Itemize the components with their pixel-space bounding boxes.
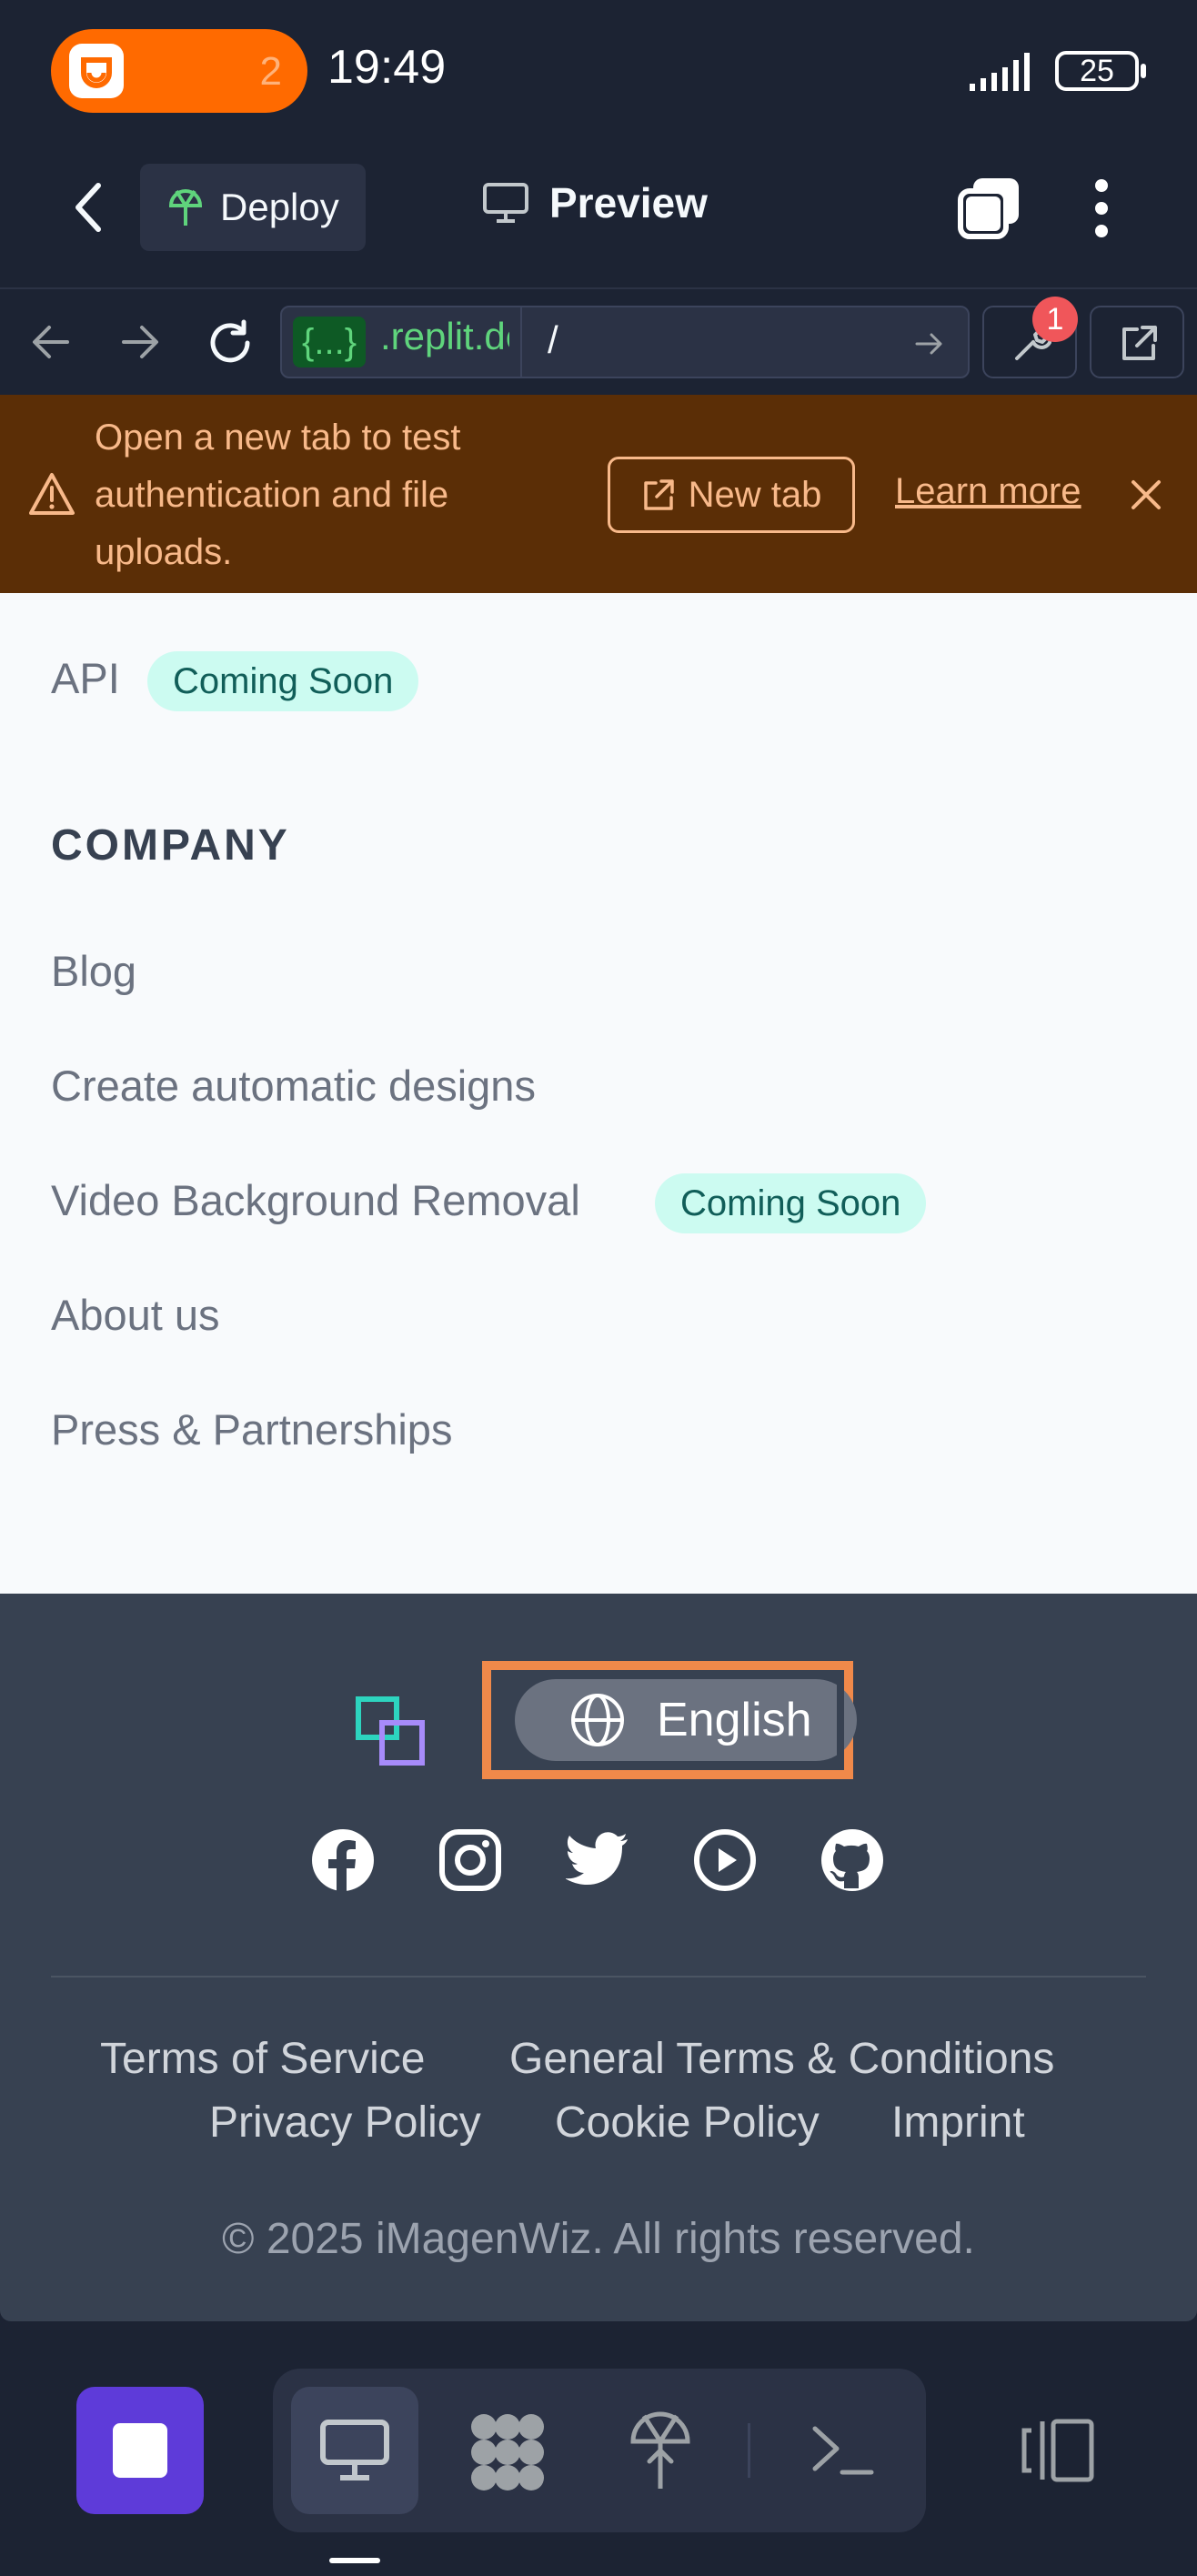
- new-tab-label: New tab: [688, 474, 822, 515]
- notification-badge: 1: [1032, 297, 1078, 342]
- footer-link-privacy[interactable]: Privacy Policy: [209, 2098, 481, 2148]
- deploy-icon: [168, 188, 203, 226]
- preview-tool-button[interactable]: [291, 2387, 418, 2514]
- split-view-icon[interactable]: [1019, 2418, 1095, 2483]
- stop-button[interactable]: [76, 2387, 204, 2514]
- footer-link-api[interactable]: API: [51, 653, 120, 703]
- url-path: /: [548, 318, 558, 361]
- nav-back-icon[interactable]: [31, 324, 71, 360]
- tabs-icon[interactable]: [957, 175, 1022, 240]
- company-link-about-us[interactable]: About us: [51, 1290, 220, 1340]
- warning-icon: [29, 473, 75, 515]
- agent-icon[interactable]: [466, 2412, 549, 2492]
- battery-tip: [1141, 64, 1146, 78]
- screen-recording-pill[interactable]: 2: [51, 29, 307, 113]
- back-chevron-icon[interactable]: [71, 180, 107, 235]
- deploy-button[interactable]: Deploy: [140, 164, 366, 251]
- company-link-press[interactable]: Press & Partnerships: [51, 1404, 452, 1454]
- language-label: English: [657, 1694, 812, 1746]
- signal-icon: [970, 53, 1030, 91]
- external-link-icon: [643, 479, 674, 510]
- footer-link-cookie[interactable]: Cookie Policy: [555, 2098, 820, 2148]
- url-input[interactable]: {...} .replit.de /: [280, 306, 970, 378]
- url-separator: [520, 307, 522, 377]
- close-banner-icon[interactable]: [1130, 478, 1162, 511]
- company-link-blog[interactable]: Blog: [51, 946, 136, 996]
- nav-forward-icon[interactable]: [120, 324, 160, 360]
- imagenwiz-logo[interactable]: [355, 1696, 428, 1768]
- go-arrow-icon[interactable]: [913, 327, 946, 360]
- coming-soon-badge: Coming Soon: [655, 1173, 927, 1233]
- open-external-button[interactable]: [1090, 306, 1184, 378]
- monitor-icon: [320, 2420, 389, 2480]
- github-icon[interactable]: [820, 1828, 884, 1892]
- footer-link-imprint[interactable]: Imprint: [891, 2098, 1025, 2148]
- twitter-icon[interactable]: [566, 1828, 629, 1892]
- preview-title: Preview: [482, 178, 708, 227]
- stop-icon: [113, 2423, 167, 2478]
- language-selector[interactable]: English: [515, 1679, 857, 1761]
- facebook-icon[interactable]: [311, 1828, 375, 1892]
- coming-soon-badge: Coming Soon: [147, 651, 419, 711]
- banner-message: Open a new tab to test authentication an…: [95, 418, 461, 572]
- preview-title-text: Preview: [549, 179, 708, 226]
- reload-icon[interactable]: [206, 318, 255, 367]
- new-tab-button[interactable]: New tab: [608, 457, 855, 533]
- more-menu-icon[interactable]: [1090, 176, 1113, 240]
- deployments-icon[interactable]: [628, 2410, 693, 2492]
- tool-divider: [748, 2423, 750, 2478]
- footer-link-general-terms[interactable]: General Terms & Conditions: [509, 2034, 1054, 2084]
- youtube-play-icon[interactable]: [693, 1828, 757, 1892]
- url-host: .replit.de: [380, 315, 509, 357]
- shell-icon[interactable]: [810, 2423, 875, 2478]
- status-time: 19:49: [327, 41, 447, 94]
- monitor-icon: [483, 183, 528, 223]
- globe-icon: [571, 1694, 624, 1746]
- company-link-automatic-designs[interactable]: Create automatic designs: [51, 1061, 536, 1111]
- language-pill-edge: [837, 1670, 844, 1770]
- deploy-label: Deploy: [220, 186, 339, 228]
- footer-link-terms[interactable]: Terms of Service: [100, 2034, 425, 2084]
- learn-more-link[interactable]: Learn more: [895, 471, 1081, 512]
- recording-count: 2: [259, 49, 282, 94]
- external-link-icon: [1122, 326, 1157, 360]
- copyright-text: © 2025 iMagenWiz. All rights reserved.: [222, 2215, 975, 2263]
- company-heading: COMPANY: [51, 821, 290, 870]
- footer-divider: [51, 1976, 1146, 1977]
- home-indicator: [329, 2558, 380, 2563]
- recorder-app-icon: [69, 44, 124, 98]
- company-link-video-bg-removal[interactable]: Video Background Removal: [51, 1175, 580, 1225]
- url-host-badge: {...}: [293, 317, 367, 367]
- battery-indicator: 25: [1055, 51, 1139, 91]
- instagram-icon[interactable]: [438, 1828, 502, 1892]
